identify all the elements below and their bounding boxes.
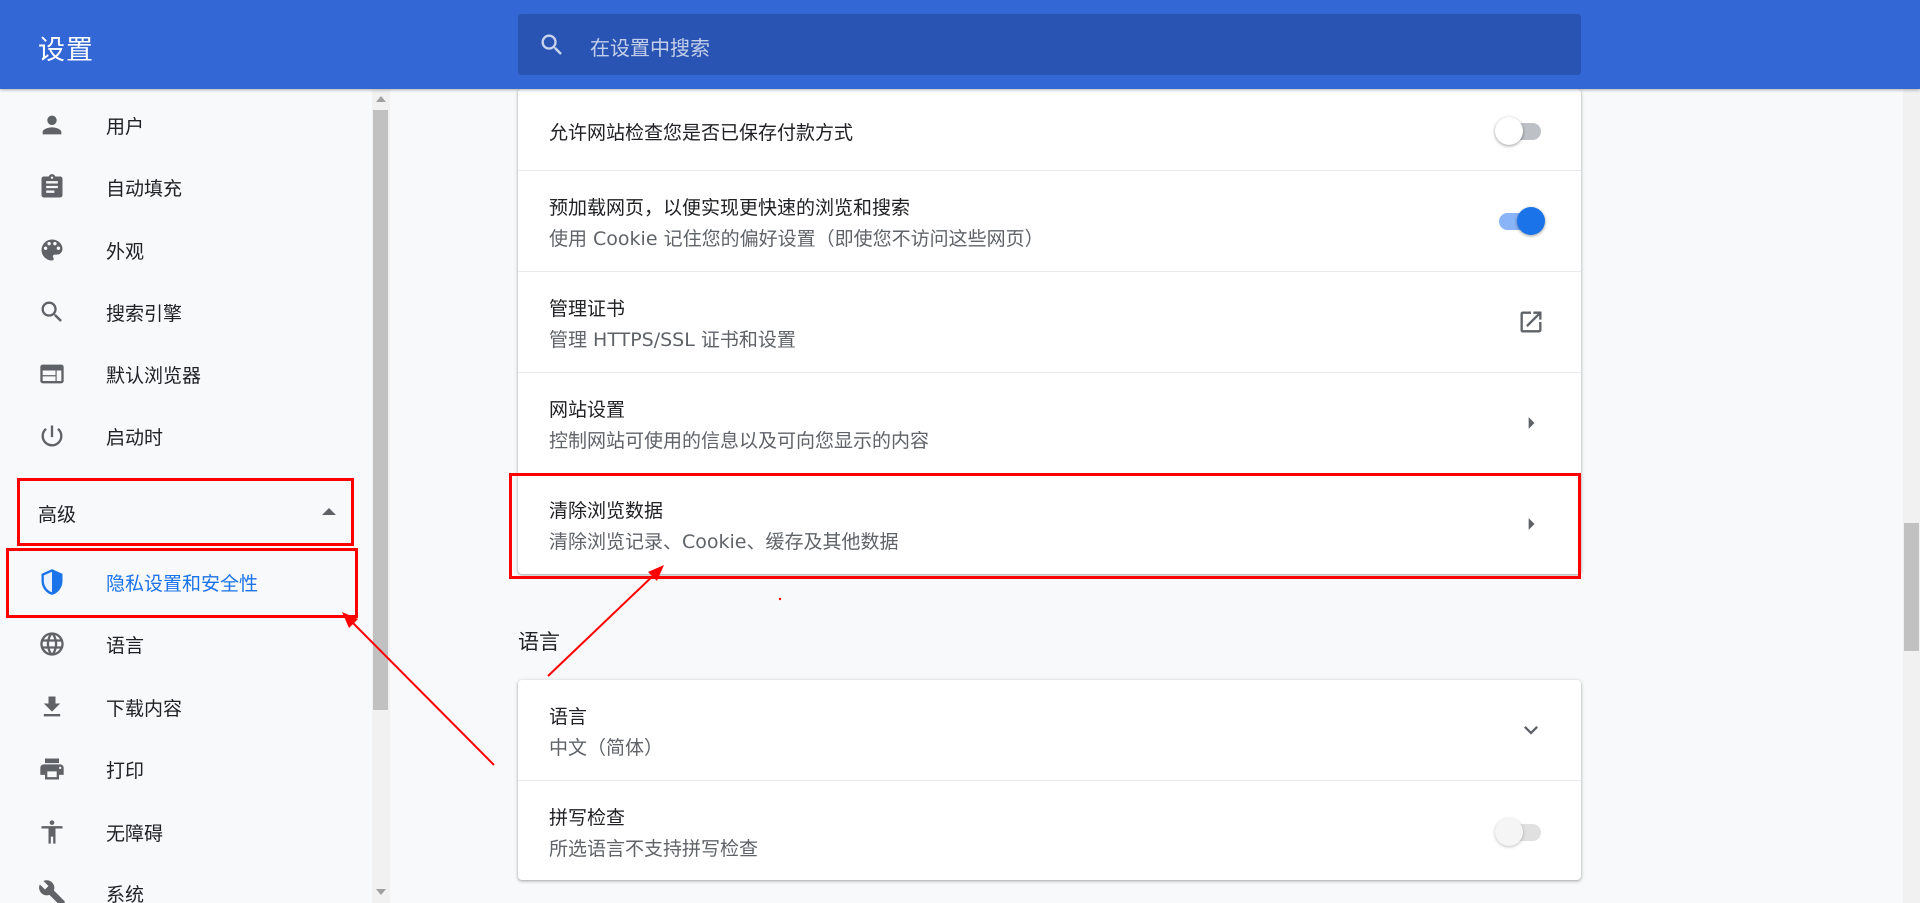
caret-up-icon <box>322 508 336 515</box>
arrow-right-icon[interactable] <box>1517 409 1545 437</box>
app-header: 设置 在设置中搜索 <box>0 0 1920 89</box>
sidebar-advanced-toggle[interactable]: 高级 <box>0 480 360 544</box>
sidebar-item-label: 自动填充 <box>106 178 183 200</box>
setting-row-clear-browsing-data[interactable]: 清除浏览数据 清除浏览记录、Cookie、缓存及其他数据 <box>518 473 1581 574</box>
accessibility-icon <box>41 820 63 844</box>
privacy-settings-card: 允许网站检查您是否已保存付款方式 预加载网页，以便实现更快速的浏览和搜索 使用 … <box>518 89 1581 574</box>
setting-subtitle: 控制网站可使用的信息以及可向您显示的内容 <box>549 430 930 452</box>
sidebar-item-default-browser[interactable]: 默认浏览器 <box>0 346 360 402</box>
sidebar-item-appearance[interactable]: 外观 <box>0 222 360 278</box>
globe-icon <box>40 632 64 656</box>
setting-title: 清除浏览数据 <box>549 500 664 522</box>
sidebar-item-search-engine[interactable]: 搜索引擎 <box>0 284 360 340</box>
sidebar-item-languages[interactable]: 语言 <box>0 616 360 672</box>
section-title-languages: 语言 <box>518 630 560 654</box>
palette-icon <box>41 239 63 261</box>
wrench-icon <box>39 880 65 903</box>
sidebar: 用户 自动填充 外观 搜索引擎 默认浏览器 启动时 高级 隐私设置和安全性 语言… <box>0 89 372 903</box>
setting-subtitle: 所选语言不支持拼写检查 <box>549 838 759 860</box>
search-icon <box>41 301 62 322</box>
spell-check-toggle[interactable] <box>1495 814 1545 848</box>
payment-methods-toggle[interactable] <box>1495 113 1545 147</box>
setting-row-site-settings[interactable]: 网站设置 控制网站可使用的信息以及可向您显示的内容 <box>518 372 1581 473</box>
download-icon <box>43 696 61 717</box>
sidebar-item-label: 下载内容 <box>106 698 183 720</box>
setting-row-manage-certificates[interactable]: 管理证书 管理 HTTPS/SSL 证书和设置 <box>518 271 1581 372</box>
setting-subtitle: 中文（简体） <box>549 737 664 759</box>
sidebar-item-label: 隐私设置和安全性 <box>106 573 259 595</box>
annotation-dot <box>778 597 782 601</box>
setting-title: 拼写检查 <box>549 807 626 829</box>
setting-row-language[interactable]: 语言 中文（简体） <box>518 680 1581 780</box>
sidebar-scrollbar-thumb[interactable] <box>373 110 388 710</box>
sidebar-item-label: 搜索引擎 <box>106 303 183 325</box>
sidebar-item-label: 外观 <box>106 241 145 263</box>
sidebar-item-downloads[interactable]: 下载内容 <box>0 679 360 735</box>
external-link-icon[interactable] <box>1517 308 1545 336</box>
setting-row-preload[interactable]: 预加载网页，以便实现更快速的浏览和搜索 使用 Cookie 记住您的偏好设置（即… <box>518 170 1581 271</box>
scroll-up-arrow-icon[interactable] <box>376 96 386 102</box>
search-icon <box>541 34 562 55</box>
setting-title: 语言 <box>549 706 588 728</box>
language-settings-card: 语言 中文（简体） 拼写检查 所选语言不支持拼写检查 <box>518 680 1581 880</box>
setting-title: 管理证书 <box>549 298 626 320</box>
sidebar-item-people[interactable]: 用户 <box>0 97 360 153</box>
clipboard-icon <box>41 174 63 198</box>
power-icon <box>41 425 63 447</box>
sidebar-item-label: 系统 <box>106 884 145 903</box>
page-scrollbar[interactable] <box>1903 89 1920 903</box>
sidebar-item-label: 默认浏览器 <box>106 365 202 387</box>
annotation-arrow-line <box>547 571 658 677</box>
sidebar-item-label: 用户 <box>106 116 145 138</box>
setting-title: 预加载网页，以便实现更快速的浏览和搜索 <box>549 197 911 219</box>
setting-title: 网站设置 <box>549 399 626 421</box>
person-icon <box>42 115 62 135</box>
setting-row-spell-check[interactable]: 拼写检查 所选语言不支持拼写检查 <box>518 780 1581 880</box>
sidebar-item-system[interactable]: 系统 <box>0 865 360 903</box>
sidebar-item-label: 无障碍 <box>106 823 164 845</box>
sidebar-item-label: 语言 <box>106 635 145 657</box>
page-scrollbar-thumb[interactable] <box>1904 523 1919 651</box>
search-placeholder: 在设置中搜索 <box>590 36 710 60</box>
sidebar-advanced-label: 高级 <box>38 504 77 526</box>
sidebar-item-label: 打印 <box>106 760 145 782</box>
preload-toggle[interactable] <box>1495 203 1545 237</box>
chevron-down-icon[interactable] <box>1517 716 1545 744</box>
sidebar-item-printing[interactable]: 打印 <box>0 741 360 797</box>
arrow-right-icon[interactable] <box>1517 510 1545 538</box>
sidebar-item-on-startup[interactable]: 启动时 <box>0 408 360 464</box>
shield-icon <box>41 569 63 595</box>
setting-row-payment-methods[interactable]: 允许网站检查您是否已保存付款方式 <box>518 89 1581 170</box>
sidebar-item-autofill[interactable]: 自动填充 <box>0 159 360 215</box>
sidebar-item-label: 启动时 <box>106 427 164 449</box>
sidebar-item-accessibility[interactable]: 无障碍 <box>0 804 360 860</box>
setting-subtitle: 管理 HTTPS/SSL 证书和设置 <box>549 329 796 351</box>
printer-icon <box>40 758 64 780</box>
setting-subtitle: 使用 Cookie 记住您的偏好设置（即使您不访问这些网页） <box>549 228 1044 250</box>
page-title: 设置 <box>38 35 94 66</box>
scroll-down-arrow-icon[interactable] <box>376 889 386 895</box>
setting-title: 允许网站检查您是否已保存付款方式 <box>549 122 854 144</box>
search-input[interactable]: 在设置中搜索 <box>518 14 1581 75</box>
setting-subtitle: 清除浏览记录、Cookie、缓存及其他数据 <box>549 531 899 553</box>
sidebar-item-privacy[interactable]: 隐私设置和安全性 <box>0 554 360 610</box>
browser-window-icon <box>40 364 64 384</box>
